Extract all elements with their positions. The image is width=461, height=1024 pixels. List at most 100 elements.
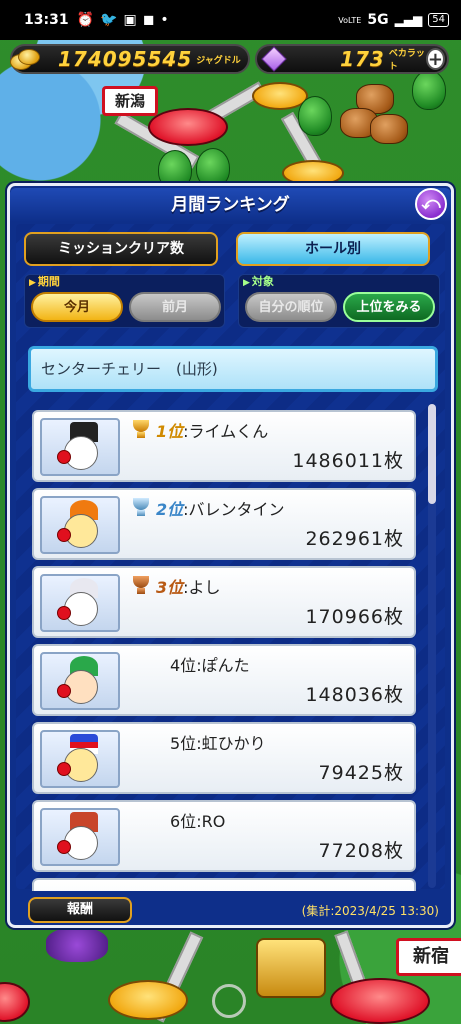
avatar-nose <box>57 840 71 854</box>
triangle-icon: ▶ <box>243 278 250 288</box>
player-avatar <box>40 652 120 710</box>
alarm-icon: ⏰ <box>76 12 95 28</box>
ranking-row[interactable] <box>32 878 416 891</box>
grape-decoration <box>46 928 108 962</box>
ranking-row[interactable]: 4位:ぽんた 148036枚 <box>32 644 416 716</box>
player-avatar <box>40 730 120 788</box>
triangle-icon: ▶ <box>29 278 36 288</box>
gold-trophy-icon <box>130 420 152 440</box>
avatar-nose <box>57 684 71 698</box>
period-this-month-button[interactable]: 今月 <box>31 292 123 322</box>
player-avatar <box>40 496 120 554</box>
player-name: :よし <box>183 578 221 597</box>
avatar-nose <box>57 762 71 776</box>
slot-building <box>256 938 326 998</box>
map-tree <box>298 96 332 136</box>
avatar-nose <box>57 450 71 464</box>
back-button[interactable]: ⤺ <box>415 188 447 220</box>
player-avatar <box>40 574 120 632</box>
period-filter-label: ▶ 期間 <box>29 275 60 288</box>
ranking-scrollbar[interactable] <box>428 404 436 888</box>
target-top-ranks-button[interactable]: 上位をみる <box>343 292 435 322</box>
becarat-currency-bar: 173 ベカラット + <box>255 44 449 74</box>
twitter-icon: 🐦 <box>100 12 118 28</box>
add-becarat-button[interactable]: + <box>425 48 445 70</box>
period-filter: ▶ 期間 今月 前月 <box>24 274 225 328</box>
player-score: 1486011枚 <box>292 450 404 472</box>
rank-place: 3位 <box>156 578 184 597</box>
player-score: 170966枚 <box>305 606 404 628</box>
reward-button[interactable]: 報酬 <box>28 897 132 923</box>
player-name: :ぽんた <box>196 656 250 675</box>
app-icon: ◼ <box>142 12 155 28</box>
player-score: 77208枚 <box>318 840 404 862</box>
status-system-icons: VoLTE 5G ▂▄▆ 54 <box>338 12 449 28</box>
ranking-row[interactable]: 5位:虹ひかり 79425枚 <box>32 722 416 794</box>
map-tile-gold <box>108 980 188 1020</box>
coins-icon <box>8 46 40 72</box>
panel-title: 月間ランキング <box>10 188 451 222</box>
rank-place: 5位 <box>170 734 197 753</box>
tab-by-hall[interactable]: ホール別 <box>236 232 430 266</box>
silver-trophy-icon <box>130 498 152 518</box>
player-name: :ライムくん <box>183 422 269 441</box>
avatar-nose <box>57 528 71 542</box>
ranking-row[interactable]: 6位:RO 77208枚 <box>32 800 416 872</box>
rank-place: 4位 <box>170 656 197 675</box>
battery-icon: 54 <box>428 13 449 27</box>
rank-label: 5位:虹ひかり <box>130 730 266 754</box>
rank-label: 4位:ぽんた <box>130 652 250 676</box>
target-filter: ▶ 対象 自分の順位 上位をみる <box>238 274 440 328</box>
ranking-row[interactable]: 3位:よし 170966枚 <box>32 566 416 638</box>
rank-label: 2位:バレンタイン <box>130 496 285 520</box>
scrollbar-thumb[interactable] <box>428 404 436 504</box>
monthly-ranking-panel: 月間ランキング ⤺ ミッションクリア数 ホール別 ▶ 期間 今月 前月 ▶ 対象 自… <box>7 183 454 928</box>
status-notification-icons: ⏰ 🐦 ▣ ◼ • <box>77 12 169 28</box>
jugdoll-currency-bar: 174095545 ジャグドル <box>10 44 250 74</box>
more-icon: • <box>160 12 169 28</box>
becarat-value: 173 <box>340 47 385 71</box>
player-name: :バレンタイン <box>183 500 285 519</box>
player-avatar <box>40 808 120 866</box>
map-barrel <box>370 114 408 144</box>
target-filter-label: ▶ 対象 <box>243 275 274 288</box>
rank-label: 1位:ライムくん <box>130 418 268 442</box>
becarat-unit: ベカラット <box>388 49 425 72</box>
home-gesture-indicator[interactable] <box>212 984 246 1018</box>
map-tile-red <box>330 978 430 1024</box>
player-name: :虹ひかり <box>196 734 266 753</box>
map-tile-red <box>0 982 30 1022</box>
gem-icon <box>259 46 282 72</box>
jugdoll-unit: ジャグドル <box>196 55 241 66</box>
calendar-icon: ▣ <box>123 12 137 28</box>
player-avatar <box>40 418 120 476</box>
rank-label: 3位:よし <box>130 574 221 598</box>
map-tile-red <box>148 108 228 146</box>
rank-place: 6位 <box>170 812 197 831</box>
target-my-rank-button[interactable]: 自分の順位 <box>245 292 337 322</box>
bronze-trophy-icon <box>130 576 152 596</box>
back-arrow-icon: ⤺ <box>421 193 441 214</box>
status-bar: 13:31 ⏰ 🐦 ▣ ◼ • VoLTE 5G ▂▄▆ 54 <box>0 0 461 40</box>
player-score: 262961枚 <box>305 528 404 550</box>
rank-label: 6位:RO <box>130 808 225 832</box>
tally-timestamp: (集計:2023/4/25 13:30) <box>301 904 439 918</box>
volte-icon: VoLTE <box>338 15 362 25</box>
signal-icon: ▂▄▆ <box>394 13 423 27</box>
rank-place: 1位 <box>156 422 184 441</box>
ranking-row[interactable]: 1位:ライムくん 1486011枚 <box>32 410 416 482</box>
status-time: 13:31 <box>24 12 69 28</box>
jugdoll-value: 174095545 <box>58 47 193 71</box>
hall-name-display[interactable]: センターチェリー (山形) <box>28 346 438 392</box>
player-score: 79425枚 <box>318 762 404 784</box>
city-label-shinjuku: 新宿 <box>396 938 461 976</box>
ranking-list[interactable]: 1位:ライムくん 1486011枚 2位:バレンタイン 262961枚 3位:よ… <box>28 404 440 891</box>
tab-mission-clear-count[interactable]: ミッションクリア数 <box>24 232 218 266</box>
rank-place: 2位 <box>156 500 184 519</box>
map-tree <box>196 148 230 188</box>
network-type: 5G <box>367 12 389 28</box>
player-name: :RO <box>196 812 226 831</box>
player-score: 148036枚 <box>305 684 404 706</box>
period-last-month-button[interactable]: 前月 <box>129 292 221 322</box>
ranking-row[interactable]: 2位:バレンタイン 262961枚 <box>32 488 416 560</box>
